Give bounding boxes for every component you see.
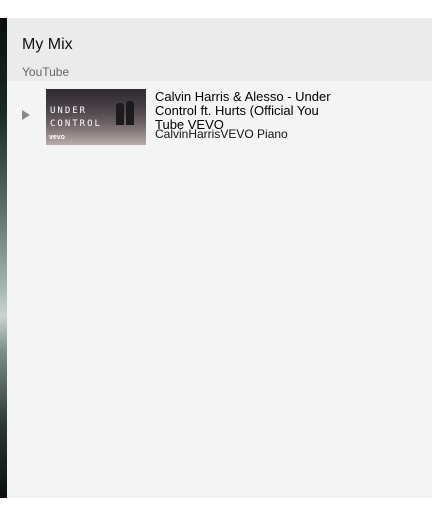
video-title-line: Control ft. Hurts (Official You bbox=[155, 104, 319, 118]
thumbnail-figure bbox=[126, 101, 134, 125]
playlist-item[interactable]: UNDER CONTROL vevo Calvin Harris & Aless… bbox=[7, 86, 432, 148]
video-channel[interactable]: CalvinHarrisVEVO Piano bbox=[155, 127, 288, 141]
vevo-logo: vevo bbox=[49, 134, 65, 141]
thumbnail-text: UNDER bbox=[50, 106, 88, 116]
video-title-line: Calvin Harris & Alesso - Under bbox=[155, 90, 331, 104]
mix-panel: My Mix YouTube UNDER CONTROL vevo Calvin… bbox=[7, 18, 432, 498]
mix-header: My Mix YouTube bbox=[7, 18, 432, 81]
thumbnail-figure bbox=[116, 103, 124, 125]
video-thumbnail[interactable]: UNDER CONTROL vevo bbox=[46, 89, 146, 145]
mix-source[interactable]: YouTube bbox=[22, 65, 69, 79]
mix-title: My Mix bbox=[22, 36, 73, 53]
play-indicator-icon bbox=[22, 110, 30, 120]
app-frame: My Mix YouTube UNDER CONTROL vevo Calvin… bbox=[0, 0, 446, 513]
background-video-strip bbox=[0, 18, 7, 498]
video-title[interactable]: Calvin Harris & Alesso - Under Control f… bbox=[155, 90, 385, 132]
thumbnail-text: CONTROL bbox=[50, 119, 102, 129]
